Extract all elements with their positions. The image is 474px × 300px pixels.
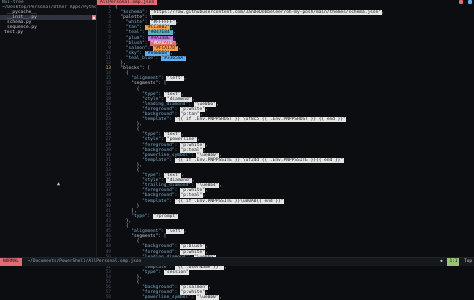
json-string-value: "p:teal" <box>180 193 203 199</box>
mouse-pointer-icon: ▲ <box>57 181 61 187</box>
json-string-value: "#9A348E" <box>147 35 173 41</box>
file-item-label: test.py <box>4 30 23 36</box>
encoding-icon: ◆ <box>440 259 443 264</box>
git-icon[interactable] <box>459 0 464 4</box>
line-number: 58 <box>105 295 111 300</box>
json-string-value: "#33658A" <box>161 55 187 61</box>
json-string-value: "{{ if .Env.PNPPSHOST }} \uf8c5 {{ .Env.… <box>174 117 347 123</box>
json-string-value: "p:blush" <box>180 244 206 250</box>
vim-mode-indicator: NORMAL <box>0 258 22 266</box>
json-string-value: "session" <box>163 269 190 275</box>
json-string-value: "p:white" <box>180 142 206 148</box>
cursor-position: 1:1 <box>447 258 460 266</box>
json-string-value: "#DA627D" <box>150 40 176 46</box>
status-file-path: ~/Documents/PowerShell/AllPersonal.omp.j… <box>27 259 142 264</box>
json-key: "powerline_symbol": <box>115 295 197 300</box>
code-buffer[interactable]: { "$schema": "https://raw.githubusercont… <box>115 5 474 300</box>
json-string-value: "\ue0b0" <box>196 295 219 300</box>
diagnostics-icon[interactable] <box>468 0 472 4</box>
code-editor: AllPersonal.omp.json 1 2 3 4 5 6 7 8 9 10 11 12 13 14… <box>97 0 474 300</box>
json-string-value: "left" <box>166 229 184 235</box>
line-number-gutter: 1 2 3 4 5 6 7 8 9 10 11 12 13 14 15 16 17 18 19 20 21 22 23 24 2… <box>97 5 111 300</box>
json-key: "template": <box>115 198 175 204</box>
code-line[interactable]: "powerline_symbol": "\ue0b0", <box>115 295 474 300</box>
explorer-file-list: __pycache__ __init__.py ● schema.py sequence… <box>0 10 96 35</box>
json-string-value: "https://raw.githubusercontent.com/JanDe… <box>150 10 382 16</box>
json-string-value: "{{ if .Env.PNPPSSITE }}\u00A0{{ end }}" <box>174 198 284 204</box>
scroll-percent: Top <box>464 259 472 264</box>
json-string-value: "rprompt" <box>152 213 179 219</box>
json-string-value: "left" <box>166 76 184 82</box>
status-right: ◆ 1:1 Top <box>438 258 474 266</box>
file-explorer-sidebar: Nvi-tree ~/Desktop/Personal/Other Apps/P… <box>0 0 97 258</box>
status-bar: NORMAL ~/Documents/PowerShell/AllPersona… <box>0 257 474 266</box>
file-item[interactable]: test.py <box>0 30 96 35</box>
json-string-value: "{{ if .Env.PNPPSSITE }} \uf2dd {{ .Env.… <box>174 157 344 163</box>
json-string-value: "\ue0b0" <box>196 152 219 158</box>
json-string-value: "#047E84" <box>147 30 173 36</box>
